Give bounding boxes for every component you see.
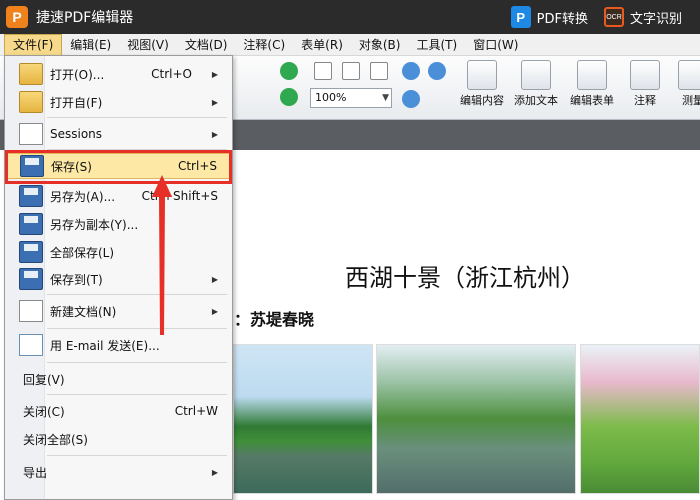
annotate-button[interactable]: 注释 (630, 60, 660, 108)
chevron-right-icon: ▶ (211, 69, 218, 79)
menu-comment[interactable]: 注释(C) (235, 34, 293, 56)
fit-width-icon[interactable] (370, 62, 388, 80)
fit-page-icon[interactable] (342, 62, 360, 80)
menu-window[interactable]: 窗口(W) (465, 34, 526, 56)
save-highlight-box (5, 150, 232, 184)
chevron-down-icon: ▼ (382, 93, 389, 103)
lake-photo-1 (233, 344, 373, 494)
save-as-icon (19, 185, 43, 207)
menu-email[interactable]: 用 E-mail 发送(E)... (5, 332, 232, 358)
rotate-cw-icon[interactable] (280, 62, 298, 80)
add-text-icon (521, 60, 551, 90)
chevron-right-icon: ▶ (211, 274, 218, 284)
menu-view[interactable]: 视图(V) (119, 34, 177, 56)
document-title: 西湖十景（浙江杭州） (345, 264, 585, 292)
add-text-button[interactable]: 添加文本 (514, 60, 558, 108)
annotate-icon (630, 60, 660, 90)
save-copy-icon (19, 213, 43, 235)
actual-size-icon[interactable] (314, 62, 332, 80)
zoom-in-area-icon[interactable] (402, 62, 420, 80)
edit-content-icon (467, 60, 497, 90)
rotate-ccw-icon[interactable] (280, 88, 298, 106)
document-subtitle: ：苏堤春晓 (234, 310, 315, 329)
chevron-right-icon: ▶ (211, 129, 218, 139)
title-bar: P 捷速PDF编辑器 P PDF转换 OCR 文字识别 (0, 0, 700, 34)
folder-open-icon (19, 63, 43, 85)
menu-export[interactable]: 导出 ▶ (5, 459, 232, 485)
lake-photo-2 (376, 344, 576, 494)
app-title: 捷速PDF编辑器 (36, 10, 134, 26)
menu-object[interactable]: 对象(B) (351, 34, 409, 56)
menu-file[interactable]: 文件(F) (4, 33, 63, 56)
menu-form[interactable]: 表单(R) (293, 34, 351, 56)
email-icon (19, 334, 43, 356)
menu-save-as[interactable]: 另存为(A)... Ctrl+Shift+S (5, 183, 232, 209)
menu-edit[interactable]: 编辑(E) (62, 34, 119, 56)
menu-close-all[interactable]: 关闭全部(S) (5, 426, 232, 452)
sessions-icon (19, 123, 43, 145)
menu-new-document[interactable]: 新建文档(N) ▶ (5, 298, 232, 324)
pdf-convert-button[interactable]: PDF转换 (537, 8, 588, 27)
ocr-button[interactable]: 文字识别 (630, 8, 682, 27)
pdf-convert-icon[interactable]: P (510, 6, 531, 28)
chevron-right-icon: ▶ (211, 467, 218, 477)
menu-sessions[interactable]: Sessions ▶ (5, 121, 232, 147)
menu-tools[interactable]: 工具(T) (408, 34, 465, 56)
zoom-select[interactable]: 100% ▼ (310, 88, 392, 108)
red-arrow-icon (152, 175, 172, 335)
menu-close[interactable]: 关闭(C) Ctrl+W (5, 398, 232, 424)
zoom-in-icon[interactable] (402, 90, 420, 108)
app-logo-icon: P (6, 6, 28, 28)
edit-content-button[interactable]: 编辑内容 (460, 60, 504, 108)
chevron-right-icon: ▶ (211, 97, 218, 107)
zoom-value: 100% (315, 91, 347, 104)
lake-photo-3 (580, 344, 700, 494)
menu-bar: 文件(F) 编辑(E) 视图(V) 文档(D) 注释(C) 表单(R) 对象(B… (0, 33, 700, 56)
new-document-icon (19, 300, 43, 322)
edit-form-icon (577, 60, 607, 90)
menu-save-copy[interactable]: 另存为副本(Y)... (5, 211, 232, 237)
menu-document[interactable]: 文档(D) (177, 34, 236, 56)
zoom-out-icon[interactable] (428, 62, 446, 80)
edit-form-button[interactable]: 编辑表单 (570, 60, 614, 108)
save-to-icon (19, 268, 43, 290)
chevron-right-icon: ▶ (211, 306, 218, 316)
menu-open-from[interactable]: 打开自(F) ▶ (5, 89, 232, 115)
menu-revert[interactable]: 回复(V) (5, 366, 232, 392)
menu-save-to[interactable]: 保存到(T) ▶ (5, 266, 232, 292)
folder-icon (19, 91, 43, 113)
menu-open[interactable]: 打开(O)... Ctrl+O ▶ (5, 61, 232, 87)
menu-save-all[interactable]: 全部保存(L) (5, 239, 232, 265)
ocr-icon[interactable]: OCR (603, 7, 624, 27)
measure-icon (678, 60, 700, 90)
measure-button[interactable]: 测量 (678, 60, 700, 108)
file-menu-dropdown: 打开(O)... Ctrl+O ▶ 打开自(F) ▶ Sessions ▶ 保存… (4, 55, 233, 500)
save-all-icon (19, 241, 43, 263)
